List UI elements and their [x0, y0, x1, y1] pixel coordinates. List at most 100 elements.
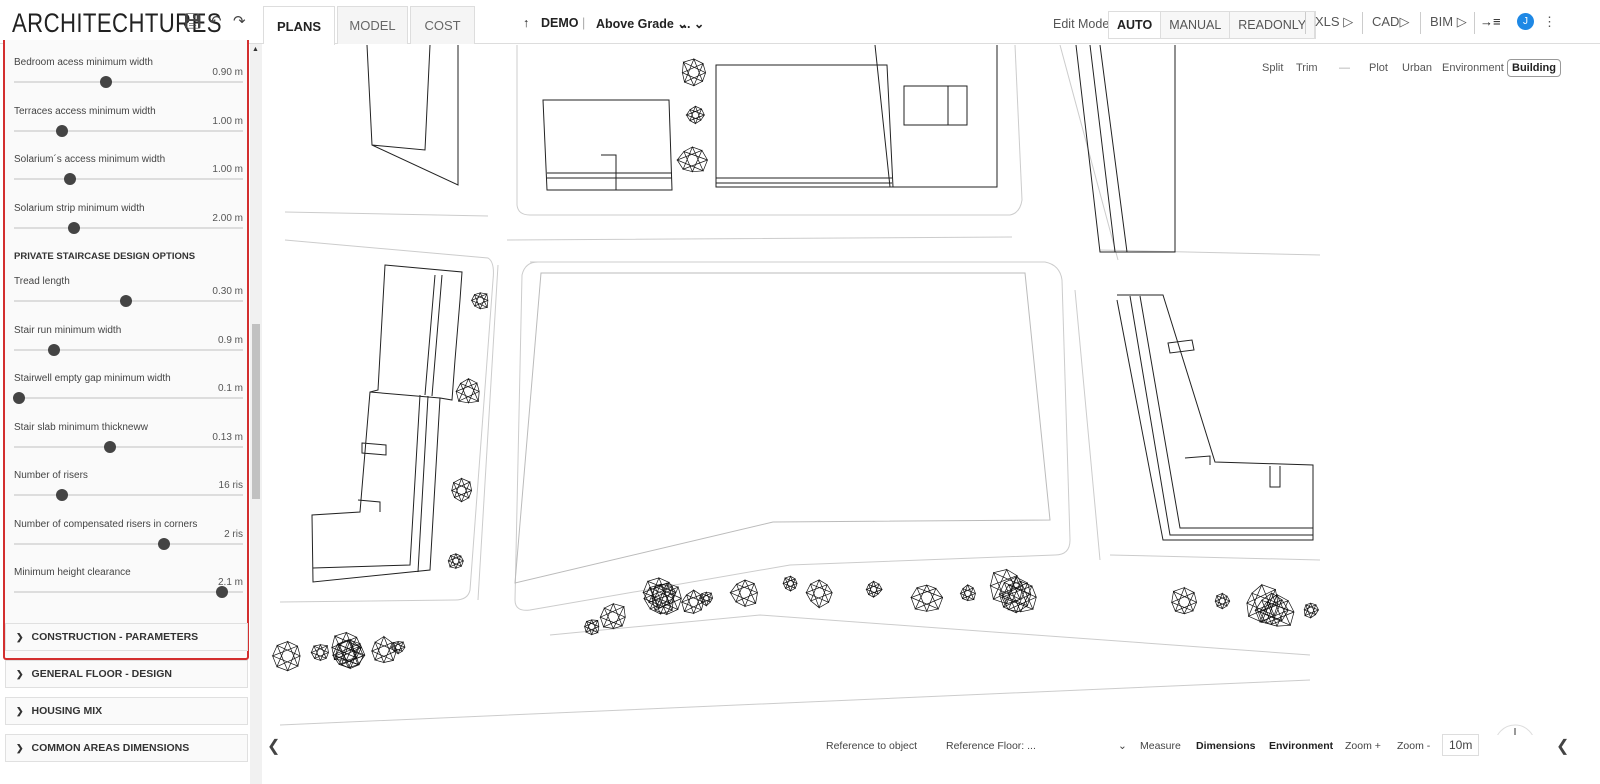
slider-thumb[interactable]	[64, 173, 77, 185]
slider-thumb[interactable]	[216, 586, 229, 598]
tree-icon	[676, 146, 708, 173]
accordion-common-areas-dimensions[interactable]: ❯ COMMON AREAS DIMENSIONS	[5, 734, 248, 762]
slider-track[interactable]	[14, 537, 243, 550]
slider-terraces-access-minimum-width: Terraces access minimum width 1.00 m	[11, 106, 243, 154]
mode-auto[interactable]: AUTO	[1109, 12, 1162, 38]
slider-thumb[interactable]	[99, 76, 112, 88]
dimensions-button[interactable]: Dimensions	[1196, 740, 1256, 752]
staircase-settings-panel: Bedroom acess minimum width 0.90 m Terrace…	[3, 40, 249, 660]
slider-solarium-strip-minimum-width: Solarium strip minimum width 2.00 m	[11, 203, 243, 251]
divider	[1362, 12, 1363, 34]
collapse-right-icon[interactable]: ❮	[1556, 736, 1569, 756]
environment-button[interactable]: Environment	[1269, 740, 1333, 752]
toggle-plot[interactable]: Plot	[1369, 62, 1388, 74]
tab-label: PLANS	[276, 18, 322, 34]
more-dropdown[interactable]: ... ⌄	[680, 16, 704, 31]
export-cad[interactable]: CAD▷	[1372, 14, 1409, 30]
tab-label: MODEL	[349, 18, 396, 33]
sidebar-scrollbar[interactable]: ▲	[250, 44, 262, 784]
slider-value: 2 ris	[224, 528, 243, 540]
slider-track[interactable]	[14, 586, 243, 598]
toggle-urban[interactable]: Urban	[1402, 62, 1432, 74]
slider-thumb[interactable]	[157, 537, 170, 550]
scale-indicator: 10m	[1442, 734, 1480, 756]
slider-thumb[interactable]	[12, 392, 25, 404]
slider-stair-slab-minimum-thickneww: Stair slab minimum thickneww 0.13 m	[11, 422, 243, 470]
slider-value: 0.90 m	[212, 67, 243, 78]
reference-to-object[interactable]: Reference to object	[826, 740, 917, 752]
divider	[1420, 12, 1421, 34]
collapse-left-icon[interactable]: ❮	[267, 736, 280, 756]
slider-track[interactable]	[14, 124, 243, 137]
panel-toggle-icon[interactable]: →≡	[1480, 14, 1501, 29]
more-vert-icon[interactable]: ⋮	[1543, 14, 1556, 30]
slider-track[interactable]	[14, 76, 243, 88]
export-label: CAD	[1372, 14, 1400, 29]
tree-icon	[959, 583, 976, 602]
mode-manual[interactable]: MANUAL	[1161, 12, 1231, 38]
divider	[1305, 12, 1306, 34]
slider-number-of-risers: Number of risers 16 ris	[11, 470, 243, 518]
mode-readonly[interactable]: READONLY	[1230, 12, 1316, 38]
slider-thumb[interactable]	[56, 124, 69, 137]
slider-track[interactable]	[14, 173, 243, 185]
sidebar: Bedroom acess minimum width 0.90 m Terrace…	[0, 40, 264, 784]
tab-plans[interactable]: PLANS	[263, 6, 335, 45]
slider-track[interactable]	[14, 489, 243, 501]
scrollbar-thumb[interactable]	[252, 324, 260, 499]
slider-value: 0.30 m	[212, 286, 243, 297]
tab-label: COST	[424, 18, 461, 33]
tree-icon	[1214, 592, 1230, 610]
accordion-construction-parameters[interactable]: ❯ CONSTRUCTION - PARAMETERS	[5, 623, 248, 651]
site-plan-canvas[interactable]	[265, 45, 1600, 735]
slider-track[interactable]	[14, 440, 243, 453]
save-icon[interactable]: 💾︎	[183, 12, 202, 30]
slider-thumb[interactable]	[67, 221, 80, 234]
slider-number-of-compensated-risers-in-corners: Number of compensated risers in corners 2…	[11, 519, 243, 567]
chevron-down-icon[interactable]: ⌄	[1118, 740, 1127, 752]
accordion-general-floor-design[interactable]: ❯ GENERAL FLOOR - DESIGN	[5, 660, 248, 688]
divider	[1474, 12, 1475, 34]
export-bim[interactable]: BIM ▷	[1430, 14, 1467, 30]
chevron-down-icon: ❯	[16, 742, 24, 753]
slider-thumb[interactable]	[56, 489, 69, 501]
chevron-down-icon: ❯	[16, 705, 24, 716]
toggle-building[interactable]: Building	[1507, 59, 1561, 77]
up-arrow-icon[interactable]: ↑	[523, 16, 529, 30]
slider-label: Stair slab minimum thickneww	[14, 421, 148, 433]
redo-icon[interactable]: ↷	[233, 12, 246, 30]
toggle-separator: —	[1339, 62, 1350, 74]
tab-cost[interactable]: COST	[410, 6, 475, 44]
toggle-trim[interactable]: Trim	[1296, 62, 1318, 74]
undo-icon[interactable]: ↶	[209, 12, 222, 30]
slider-thumb[interactable]	[104, 440, 117, 453]
slider-minimum-height-clearance: Minimum height clearance 2.1 m	[11, 567, 243, 615]
slider-label: Stair run minimum width	[14, 324, 122, 336]
zoom-in-button[interactable]: Zoom +	[1345, 740, 1381, 752]
slider-thumb[interactable]	[120, 295, 133, 307]
export-xls[interactable]: XLS ▷	[1315, 14, 1353, 30]
export-label: XLS	[1315, 14, 1340, 29]
slider-value: 0.9 m	[217, 334, 243, 346]
toggle-environment[interactable]: Environment	[1442, 62, 1504, 74]
slider-track[interactable]	[14, 343, 243, 356]
accordion-housing-mix[interactable]: ❯ HOUSING MIX	[5, 697, 248, 725]
tree-icon	[599, 602, 626, 630]
level-dropdown[interactable]: Above Grade ⌄	[596, 16, 688, 31]
slider-track[interactable]	[14, 295, 243, 307]
tab-model[interactable]: MODEL	[337, 6, 408, 44]
slider-track[interactable]	[14, 221, 243, 234]
toggle-split[interactable]: Split	[1262, 62, 1283, 74]
slider-label: Minimum height clearance	[14, 567, 131, 578]
zoom-out-button[interactable]: Zoom -	[1397, 740, 1430, 752]
slider-track[interactable]	[12, 392, 243, 404]
accordion-label: COMMON AREAS DIMENSIONS	[31, 742, 190, 754]
avatar[interactable]: J	[1517, 13, 1534, 30]
measure-button[interactable]: Measure	[1140, 740, 1181, 752]
tree-icon	[685, 105, 705, 125]
project-name[interactable]: DEMO	[541, 16, 579, 30]
scroll-up-icon[interactable]: ▲	[252, 46, 259, 53]
slider-thumb[interactable]	[48, 343, 61, 356]
reference-floor-dropdown[interactable]: Reference Floor: ...	[946, 740, 1036, 752]
tree-icon	[729, 579, 758, 608]
